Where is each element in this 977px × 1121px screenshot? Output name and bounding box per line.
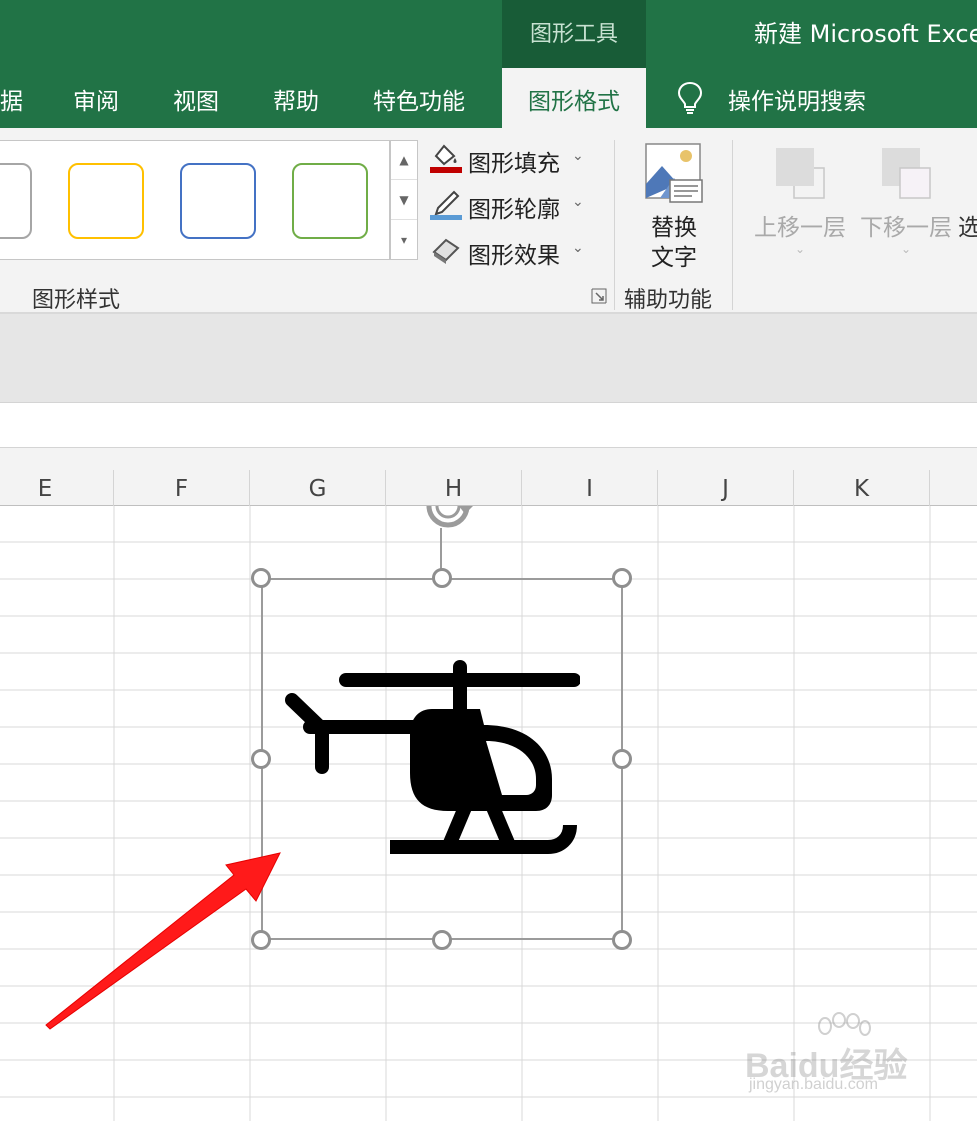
send-backward-label: 下移一层 (860, 215, 952, 241)
column-header-i[interactable]: I (522, 470, 658, 506)
tab-review[interactable]: 审阅 (73, 82, 119, 116)
tab-special-features[interactable]: 特色功能 (373, 82, 465, 116)
annotation-arrow (45, 852, 281, 1030)
alt-text-button[interactable]: 替换 文字 (622, 140, 726, 278)
alt-text-label-line1: 替换 (651, 215, 697, 241)
group-separator (732, 140, 733, 310)
chevron-down-icon: ⌄ (572, 194, 584, 210)
title-bar: 图形工具 新建 Microsoft Exce (0, 0, 977, 68)
style-swatch-gray[interactable] (0, 163, 32, 239)
header-spacer (0, 448, 977, 470)
group-separator (614, 140, 615, 310)
column-header-k[interactable]: K (794, 470, 930, 506)
group-label-accessibility: 辅助功能 (624, 288, 713, 313)
resize-handle-top[interactable] (432, 568, 452, 588)
rotation-stem (440, 528, 442, 570)
tab-shape-format[interactable]: 图形格式 (502, 68, 646, 128)
shape-fill-label: 图形填充 (468, 151, 560, 177)
effects-icon (432, 238, 460, 264)
ribbon: ▲ ▼ ▾ 图形填充 ⌄ 图形轮廓 ⌄ 图形效果 ⌄ 图形样式 替换 文字 辅助… (0, 128, 977, 314)
chevron-down-icon: ⌄ (794, 242, 806, 256)
gallery-scrollbar: ▲ ▼ ▾ (390, 140, 418, 260)
alt-text-label-line2: 文字 (651, 245, 697, 271)
chevron-down-icon: ⌄ (572, 240, 584, 256)
window-title: 新建 Microsoft Exce (754, 20, 977, 48)
group-label-shape-styles: 图形样式 (32, 288, 121, 313)
contextual-tab-group: 图形工具 (502, 0, 646, 68)
contextual-tab-group-label: 图形工具 (529, 22, 618, 47)
resize-handle-bottom-right[interactable] (612, 930, 632, 950)
watermark: Baidu经验 jingyan.baidu.com (745, 1012, 935, 1102)
style-swatch-blue[interactable] (180, 163, 256, 239)
resize-handle-top-right[interactable] (612, 568, 632, 588)
shape-style-gallery (0, 140, 390, 260)
formula-bar[interactable] (0, 402, 977, 448)
alt-text-icon (645, 143, 703, 203)
tab-help[interactable]: 帮助 (273, 82, 319, 116)
helicopter-icon[interactable] (280, 655, 580, 865)
rotate-handle-icon[interactable] (421, 506, 475, 532)
chevron-down-icon: ⌄ (572, 148, 584, 164)
shape-outline-label: 图形轮廓 (468, 197, 560, 223)
style-swatch-green[interactable] (292, 163, 368, 239)
tell-me-search[interactable]: 操作说明搜索 (728, 82, 866, 116)
resize-handle-left[interactable] (251, 749, 271, 769)
column-header-g[interactable]: G (250, 470, 386, 506)
column-headers: E F G H I J K (0, 470, 977, 506)
pen-icon (430, 190, 462, 220)
shape-effects-label: 图形效果 (468, 243, 560, 269)
lightbulb-icon[interactable] (676, 80, 704, 116)
gallery-scroll-down-button[interactable]: ▼ (391, 181, 417, 220)
ribbon-tab-row: 据 审阅 视图 帮助 特色功能 图形格式 操作说明搜索 (0, 68, 977, 128)
resize-handle-bottom[interactable] (432, 930, 452, 950)
paint-bucket-icon (430, 144, 462, 173)
selection-pane-button[interactable]: 选 (958, 208, 977, 242)
send-backward-icon (882, 148, 931, 199)
watermark-url: jingyan.baidu.com (749, 1076, 878, 1093)
style-swatch-gold[interactable] (68, 163, 144, 239)
tab-data[interactable]: 据 (0, 82, 23, 116)
send-backward-button[interactable]: 下移一层 ⌄ (854, 140, 958, 270)
tab-view[interactable]: 视图 (173, 82, 219, 116)
column-header-h[interactable]: H (386, 470, 522, 506)
gallery-more-button[interactable]: ▾ (391, 221, 417, 260)
column-header-j[interactable]: J (658, 470, 794, 506)
column-header-f[interactable]: F (114, 470, 250, 506)
ribbon-collapsed-area (0, 314, 977, 402)
column-header-e[interactable]: E (0, 470, 114, 506)
resize-handle-top-left[interactable] (251, 568, 271, 588)
chevron-down-icon: ⌄ (900, 242, 912, 256)
dialog-launcher-icon[interactable] (591, 288, 607, 304)
tab-shape-format-label: 图形格式 (528, 89, 620, 115)
gallery-scroll-up-button[interactable]: ▲ (391, 141, 417, 180)
bring-forward-button[interactable]: 上移一层 ⌄ (748, 140, 852, 270)
bring-forward-icon (776, 148, 825, 199)
bring-forward-label: 上移一层 (754, 215, 846, 241)
resize-handle-right[interactable] (612, 749, 632, 769)
